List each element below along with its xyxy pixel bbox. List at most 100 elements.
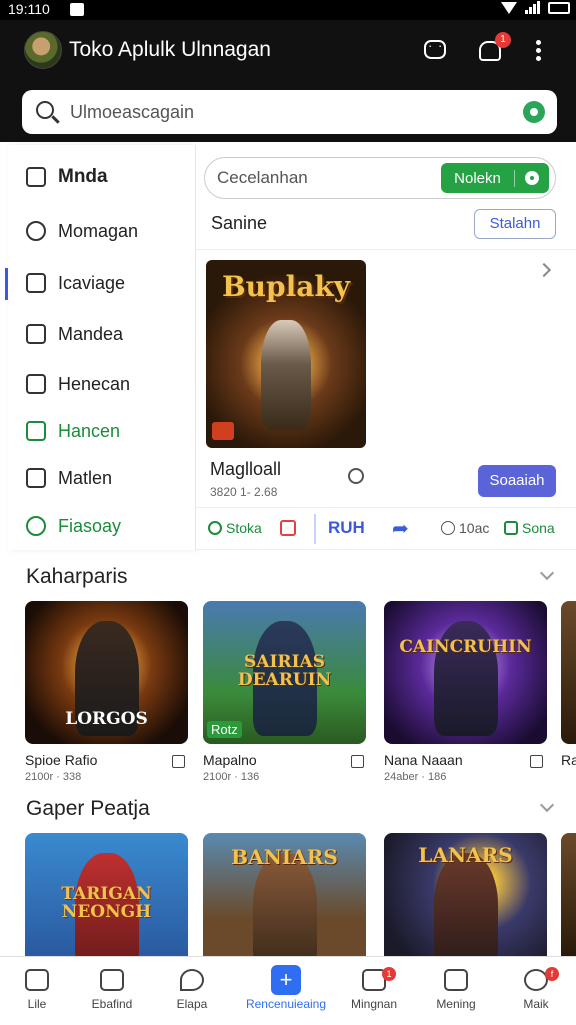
edit-icon bbox=[26, 374, 46, 394]
tile-name: Ra bbox=[561, 752, 576, 768]
game-tile[interactable]: BANIARS bbox=[203, 833, 366, 956]
status-bar: 19:110 bbox=[0, 0, 576, 20]
status-time: 19:110 bbox=[8, 1, 50, 17]
voice-search-icon[interactable] bbox=[523, 101, 545, 123]
sidebar-item-hancen[interactable]: Hancen bbox=[8, 411, 196, 451]
bookmark-icon[interactable] bbox=[172, 755, 185, 768]
tile-name: Nana Naaan bbox=[384, 752, 463, 768]
search-bar-container bbox=[0, 82, 576, 142]
sidebar-item-label: Henecan bbox=[58, 373, 131, 394]
sidebar-item-label: Mandea bbox=[58, 323, 124, 344]
nav-item-mingnan[interactable]: Mingnan bbox=[338, 957, 410, 1025]
sidebar-item-henecan[interactable]: Henecan bbox=[8, 364, 196, 404]
sidebar-item-mnda[interactable]: Mnda bbox=[8, 157, 196, 197]
sidebar-item-label: Mnda bbox=[58, 166, 108, 187]
action-label: 10ac bbox=[459, 520, 490, 536]
chat-icon[interactable] bbox=[422, 38, 446, 62]
nav-item-maik[interactable]: Maik bbox=[500, 957, 572, 1025]
nav-label: Elapa bbox=[176, 997, 208, 1011]
page-title: Toko Aplulk Ulnnagan bbox=[69, 38, 271, 61]
tile-meta: 24aber · 186 bbox=[384, 771, 447, 783]
tile-meta: 2100r · 338 bbox=[25, 771, 82, 783]
nav-label: Ebafind bbox=[91, 997, 133, 1011]
tile-badge: Rotz bbox=[207, 721, 242, 738]
check-square-icon bbox=[26, 324, 46, 344]
wifi-icon bbox=[501, 1, 517, 14]
select-radio[interactable] bbox=[348, 468, 364, 484]
section-title: Gaper Peatja bbox=[26, 797, 150, 820]
home-icon bbox=[25, 969, 49, 991]
target-icon bbox=[525, 171, 539, 185]
bookmark-icon[interactable] bbox=[530, 755, 543, 768]
tile-name: Mapalno bbox=[203, 752, 257, 768]
divider bbox=[196, 249, 576, 250]
sidebar-item-fiasoay[interactable]: Fiasoay bbox=[8, 506, 196, 546]
tile-logo: LORGOS bbox=[65, 709, 148, 729]
featured-game-meta: 3820 1- 2.68 bbox=[210, 485, 278, 499]
game-tile[interactable]: LORGOS bbox=[25, 601, 188, 744]
sidebar-item-mandea[interactable]: Mandea bbox=[8, 314, 196, 354]
nav-label: Maik bbox=[523, 997, 549, 1011]
featured-game-cover[interactable]: Buplaky bbox=[206, 260, 366, 448]
sidebar: Mnda Momagan Icaviage Mandea Henecan Han… bbox=[8, 145, 196, 550]
game-tile[interactable]: TARIGAN NEONGH bbox=[25, 833, 188, 956]
circle-icon bbox=[208, 521, 222, 535]
sidebar-item-icaviage[interactable]: Icaviage bbox=[8, 263, 196, 303]
detail-panel: Nolekn Sanine Stalahn Buplaky Maglloall … bbox=[196, 145, 576, 550]
more-options-icon[interactable] bbox=[532, 38, 544, 62]
action-10ac[interactable]: 10ac bbox=[441, 520, 489, 536]
nav-item-rencenuieaing[interactable]: Rencenuieaing bbox=[236, 957, 336, 1025]
nav-item-lile[interactable]: Lile bbox=[1, 957, 73, 1025]
nav-label: Mening bbox=[436, 997, 476, 1011]
tile-logo: CAINCRUHIN bbox=[399, 637, 532, 657]
action-label: Stoka bbox=[226, 520, 262, 536]
sidebar-item-matlen[interactable]: Matlen bbox=[8, 458, 196, 498]
game-tile[interactable] bbox=[561, 833, 576, 956]
sidebar-item-label: Hancen bbox=[58, 420, 121, 441]
section-button[interactable]: Stalahn bbox=[474, 209, 556, 239]
chevron-down-icon[interactable] bbox=[539, 565, 555, 581]
tile-logo: LANARS bbox=[418, 843, 513, 867]
nav-label: Rencenuieaing bbox=[245, 997, 327, 1011]
game-tile[interactable]: SAIRIAS DEARUIN Rotz bbox=[203, 601, 366, 744]
gift-icon[interactable] bbox=[280, 520, 296, 536]
nav-item-ebafind[interactable]: Ebafind bbox=[76, 957, 148, 1025]
slash-square-icon bbox=[26, 468, 46, 488]
game-tile[interactable]: CAINCRUHIN bbox=[384, 601, 547, 744]
nav-label: Lile bbox=[27, 997, 47, 1011]
game-tile[interactable]: LANARS bbox=[384, 833, 547, 956]
action-ruh[interactable]: RUH bbox=[328, 518, 365, 538]
rating-badge-icon bbox=[212, 422, 234, 440]
tile-logo: TARIGAN NEONGH bbox=[61, 884, 152, 922]
game-tile[interactable] bbox=[561, 601, 576, 744]
tile-meta: 2100r · 136 bbox=[203, 771, 260, 783]
search-input[interactable] bbox=[70, 90, 510, 134]
panel-search-button[interactable]: Nolekn bbox=[441, 163, 549, 193]
share-icon[interactable]: ➦ bbox=[392, 518, 414, 540]
action-stoka[interactable]: Stoka bbox=[208, 520, 262, 536]
panel-search-input[interactable] bbox=[217, 158, 437, 198]
bookmark-icon bbox=[26, 167, 46, 187]
avatar[interactable] bbox=[24, 31, 62, 69]
sidebar-item-momagan[interactable]: Momagan bbox=[8, 211, 196, 251]
nav-label: Mingnan bbox=[350, 997, 398, 1011]
action-sona[interactable]: Sona bbox=[504, 520, 555, 536]
sidebar-item-label: Icaviage bbox=[58, 272, 126, 293]
featured-action-button[interactable]: Soaaiah bbox=[478, 465, 556, 497]
search-icon bbox=[36, 101, 54, 119]
chevron-right-icon[interactable] bbox=[536, 262, 552, 278]
chevron-down-icon[interactable] bbox=[539, 797, 555, 813]
sidebar-item-label: Momagan bbox=[58, 220, 139, 241]
section-label: Sanine bbox=[211, 213, 268, 233]
tile-name: Spioe Rafio bbox=[25, 752, 98, 768]
nav-item-mening[interactable]: Mening bbox=[420, 957, 492, 1025]
sidebar-item-label: Matlen bbox=[58, 467, 113, 488]
notification-badge: 1 bbox=[495, 32, 511, 48]
action-label: Sona bbox=[522, 520, 555, 536]
signal-icon bbox=[525, 1, 540, 14]
nav-item-elapa[interactable]: Elapa bbox=[156, 957, 228, 1025]
nav-badge: f bbox=[545, 967, 559, 981]
bookmark-icon[interactable] bbox=[351, 755, 364, 768]
section-title: Kaharparis bbox=[26, 565, 128, 588]
battery-icon bbox=[548, 1, 570, 14]
